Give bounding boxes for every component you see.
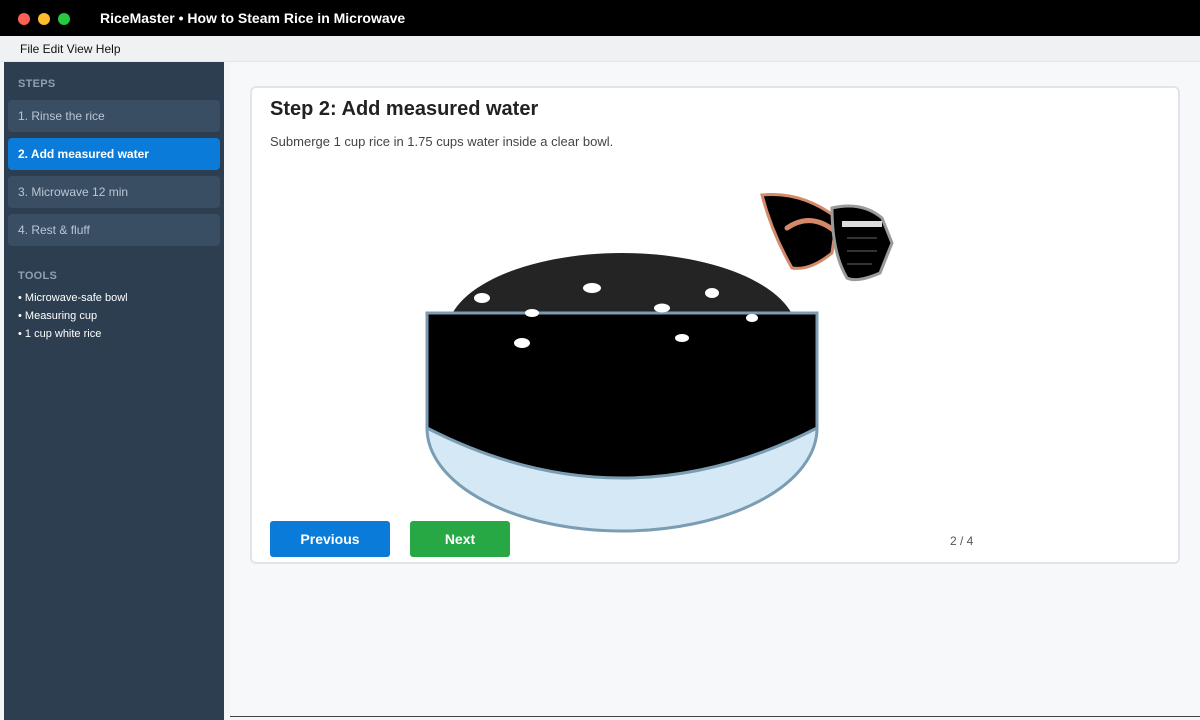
app-window: RiceMaster • How to Steam Rice in Microw… xyxy=(0,0,1200,720)
step-title: Step 2: Add measured water xyxy=(270,98,539,120)
next-button[interactable]: Next xyxy=(410,521,510,557)
sidebar: STEPS 1. Rinse the rice 2. Add measured … xyxy=(4,62,224,720)
rice-grain xyxy=(746,314,758,322)
tools-section-label: TOOLS xyxy=(18,270,58,282)
step-card: Step 2: Add measured water Submerge 1 cu… xyxy=(250,86,1180,564)
rice-bowl-illustration xyxy=(425,193,894,533)
minimize-window-button[interactable] xyxy=(38,13,50,25)
tool-item: • Measuring cup xyxy=(18,310,98,322)
rice-grain xyxy=(654,303,670,313)
main-content: Step 2: Add measured water Submerge 1 cu… xyxy=(230,62,1200,716)
water-body xyxy=(425,311,819,480)
close-window-button[interactable] xyxy=(18,13,30,25)
sidebar-step-rinse[interactable]: 1. Rinse the rice xyxy=(8,100,220,132)
window-title: RiceMaster • How to Steam Rice in Microw… xyxy=(100,10,406,26)
measuring-cup-fill-line xyxy=(842,221,882,227)
measuring-cup xyxy=(830,204,894,282)
title-bar: RiceMaster • How to Steam Rice in Microw… xyxy=(0,0,1200,36)
steps-section-label: STEPS xyxy=(18,78,56,90)
step-description: Submerge 1 cup rice in 1.75 cups water i… xyxy=(270,134,614,149)
tool-item: • Microwave-safe bowl xyxy=(18,292,128,304)
menu-bar: File Edit View Help xyxy=(0,36,1200,62)
rice-grain xyxy=(525,309,539,317)
rice-grain xyxy=(705,288,719,298)
tool-item: • 1 cup white rice xyxy=(18,328,102,340)
menu-items[interactable]: File Edit View Help xyxy=(20,42,121,56)
rice-grain xyxy=(675,334,689,342)
rice-grain xyxy=(583,283,601,293)
rice-grain xyxy=(514,338,530,348)
sidebar-step-microwave[interactable]: 3. Microwave 12 min xyxy=(8,176,220,208)
maximize-window-button[interactable] xyxy=(58,13,70,25)
previous-button[interactable]: Previous xyxy=(270,521,390,557)
measuring-cup-handle xyxy=(760,193,839,270)
sidebar-step-rest[interactable]: 4. Rest & fluff xyxy=(8,214,220,246)
rice-grain xyxy=(474,293,490,303)
page-indicator: 2 / 4 xyxy=(950,534,974,548)
bottom-divider xyxy=(230,716,1200,717)
sidebar-step-add-water[interactable]: 2. Add measured water xyxy=(8,138,220,170)
